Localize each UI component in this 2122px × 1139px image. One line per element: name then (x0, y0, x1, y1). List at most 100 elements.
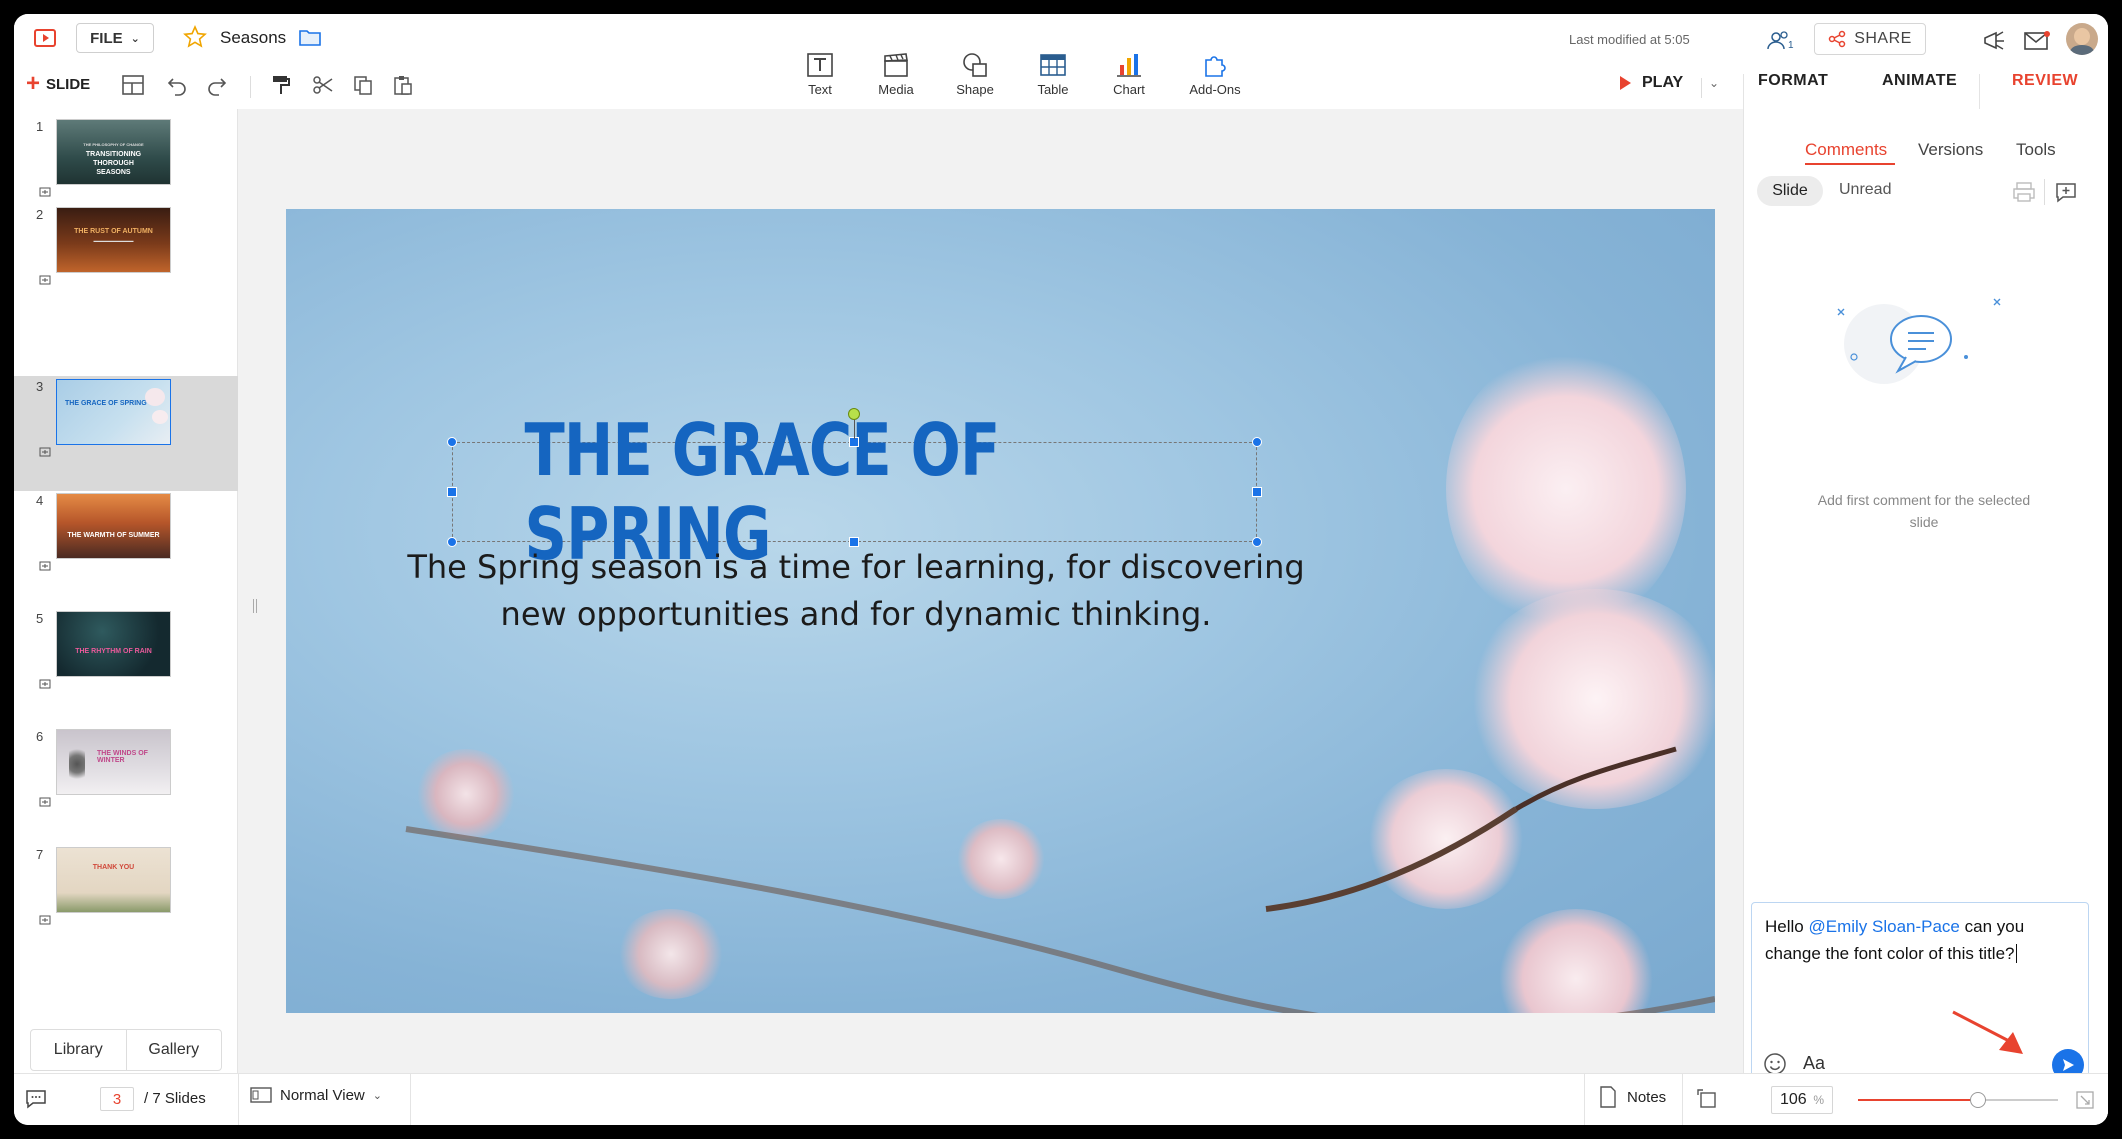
cut-icon[interactable] (310, 72, 336, 98)
slide-number: 2 (36, 207, 44, 222)
fit-to-screen-icon[interactable] (1692, 1086, 1722, 1112)
shape-icon (963, 53, 987, 77)
comment-draft-text[interactable]: Hello @Emily Sloan-Pace can you change t… (1765, 913, 2075, 967)
copy-icon[interactable] (350, 72, 376, 98)
subtab-tools[interactable]: Tools (2016, 140, 2056, 160)
view-mode-dropdown[interactable]: Normal View ⌄ (250, 1086, 382, 1104)
layout-icon[interactable] (120, 72, 146, 98)
fit-zoom-icon[interactable] (2073, 1088, 2097, 1112)
insert-text-tool[interactable]: Text (785, 52, 855, 97)
slide-thumbnail-7[interactable]: THANK YOU (56, 847, 171, 913)
redo-icon[interactable] (204, 72, 230, 98)
slide-thumbnail-title: THE GRACE OF SPRING (65, 400, 147, 407)
folder-icon[interactable] (297, 25, 323, 49)
tabs-divider-2 (1979, 74, 1980, 110)
slide-transition-icon[interactable] (39, 272, 51, 285)
slide-thumbnail-1[interactable]: THE PHILOSOPHY OF CHANGE TRANSITIONING T… (56, 119, 171, 185)
resize-handle[interactable] (447, 437, 457, 447)
slide-transition-icon[interactable] (39, 676, 51, 689)
play-button[interactable]: PLAY (1618, 74, 1683, 92)
slide-number: 6 (36, 729, 44, 744)
notes-button[interactable]: Notes (1599, 1086, 1666, 1108)
chat-icon[interactable] (22, 1086, 50, 1112)
favorite-star-icon[interactable] (182, 24, 208, 50)
slide-thumbnail-3[interactable]: THE GRACE OF SPRING (56, 379, 171, 445)
zoom-slider-handle[interactable] (1970, 1092, 1986, 1108)
slide-thumbnail-5[interactable]: THE RHYTHM OF RAIN (56, 611, 171, 677)
announcement-icon[interactable] (1980, 28, 2010, 54)
insert-shape-label: Shape (956, 82, 994, 97)
insert-shape-tool[interactable]: Shape (940, 52, 1010, 97)
library-button[interactable]: Library (31, 1030, 127, 1070)
active-subtab-underline (1805, 163, 1895, 165)
undo-icon[interactable] (164, 72, 190, 98)
insert-table-tool[interactable]: Table (1018, 52, 1088, 97)
toolbar-divider (250, 76, 251, 98)
resize-handle[interactable] (1252, 487, 1262, 497)
notes-icon (1600, 1086, 1616, 1108)
slide-thumbnail-4[interactable]: THE WARMTH OF SUMMER (56, 493, 171, 559)
rotate-handle[interactable] (848, 408, 860, 420)
mail-icon[interactable] (2022, 28, 2052, 54)
play-label: PLAY (1642, 74, 1684, 91)
add-slide-button[interactable]: + SLIDE (26, 70, 90, 97)
app-logo-icon[interactable] (32, 26, 58, 52)
slide-thumbnail-panel: 1 THE PHILOSOPHY OF CHANGE TRANSITIONING… (14, 109, 238, 1073)
slide-transition-icon[interactable] (39, 558, 51, 571)
page-number-input[interactable]: 3 (100, 1087, 134, 1111)
slide-title[interactable]: THE GRACE OF SPRING (524, 408, 1184, 576)
share-label: SHARE (1854, 30, 1912, 47)
insert-table-label: Table (1037, 82, 1069, 97)
tab-animate[interactable]: ANIMATE (1882, 72, 1957, 90)
gallery-button[interactable]: Gallery (127, 1030, 222, 1070)
slide-thumbnail-6[interactable]: THE WINDS OF WINTER (56, 729, 171, 795)
tab-review[interactable]: REVIEW (2012, 72, 2078, 90)
current-slide[interactable]: THE GRACE OF SPRING The Spring season is… (286, 209, 1715, 1013)
file-menu-button[interactable]: FILE ⌄ (76, 23, 154, 53)
mention-link[interactable]: @Emily Sloan-Pace (1808, 917, 1959, 936)
document-title[interactable]: Seasons (220, 28, 286, 48)
collaborators-count: 1 (1788, 40, 1794, 51)
subtab-comments[interactable]: Comments (1805, 140, 1887, 160)
send-icon (2063, 1059, 2074, 1071)
subtab-versions[interactable]: Versions (1918, 140, 1983, 160)
resize-handle[interactable] (1252, 437, 1262, 447)
panel-resize-handle[interactable] (253, 599, 257, 613)
slide-number: 7 (36, 847, 44, 862)
plus-icon: + (26, 70, 41, 97)
resize-handle[interactable] (447, 487, 457, 497)
filter-unread[interactable]: Unread (1839, 181, 1891, 199)
rotate-handle-stem (854, 417, 855, 439)
share-button[interactable]: SHARE (1814, 23, 1926, 55)
collaborators-icon[interactable]: 1 (1764, 28, 1796, 54)
zoom-slider-track[interactable] (1858, 1092, 2058, 1108)
insert-media-tool[interactable]: Media (861, 52, 931, 97)
filter-slide[interactable]: Slide (1757, 176, 1823, 206)
paste-icon[interactable] (390, 72, 416, 98)
insert-chart-tool[interactable]: Chart (1094, 52, 1164, 97)
tab-format[interactable]: FORMAT (1758, 72, 1828, 90)
slide-body-text[interactable]: The Spring season is a time for learning… (376, 544, 1336, 638)
slide-transition-icon[interactable] (39, 444, 51, 457)
avatar[interactable] (2066, 23, 2098, 55)
thumbnail-body-lines: ▬▬▬▬▬▬▬▬▬▬ (93, 238, 134, 243)
empty-state-message: Add first comment for the selected slide (1817, 492, 2031, 530)
slide-transition-icon[interactable] (39, 184, 51, 197)
normal-view-icon (250, 1087, 272, 1103)
play-options-chevron-icon[interactable]: ⌄ (1709, 76, 1719, 90)
top-bar: FILE ⌄ Seasons + SLIDE Text Media Shape … (14, 14, 2108, 110)
add-comment-icon[interactable] (2052, 179, 2080, 205)
zoom-input[interactable]: 106 % (1771, 1086, 1833, 1114)
slide-transition-icon[interactable] (39, 794, 51, 807)
format-painter-icon[interactable] (268, 72, 294, 98)
annotation-arrow-icon (1952, 1010, 2023, 1054)
text-format-button[interactable]: Aa (1803, 1053, 1826, 1075)
slide-thumbnail-2[interactable]: THE RUST OF AUTUMN ▬▬▬▬▬▬▬▬▬▬ (56, 207, 171, 273)
add-ons-tool[interactable]: Add-Ons (1180, 52, 1250, 97)
slide-number: 4 (36, 493, 44, 508)
bar-chart-icon (1117, 54, 1141, 77)
slide-transition-icon[interactable] (39, 912, 51, 925)
insert-text-label: Text (808, 82, 832, 97)
last-modified-text: Last modified at 5:05 (1569, 32, 1690, 47)
print-icon[interactable] (2010, 179, 2038, 205)
